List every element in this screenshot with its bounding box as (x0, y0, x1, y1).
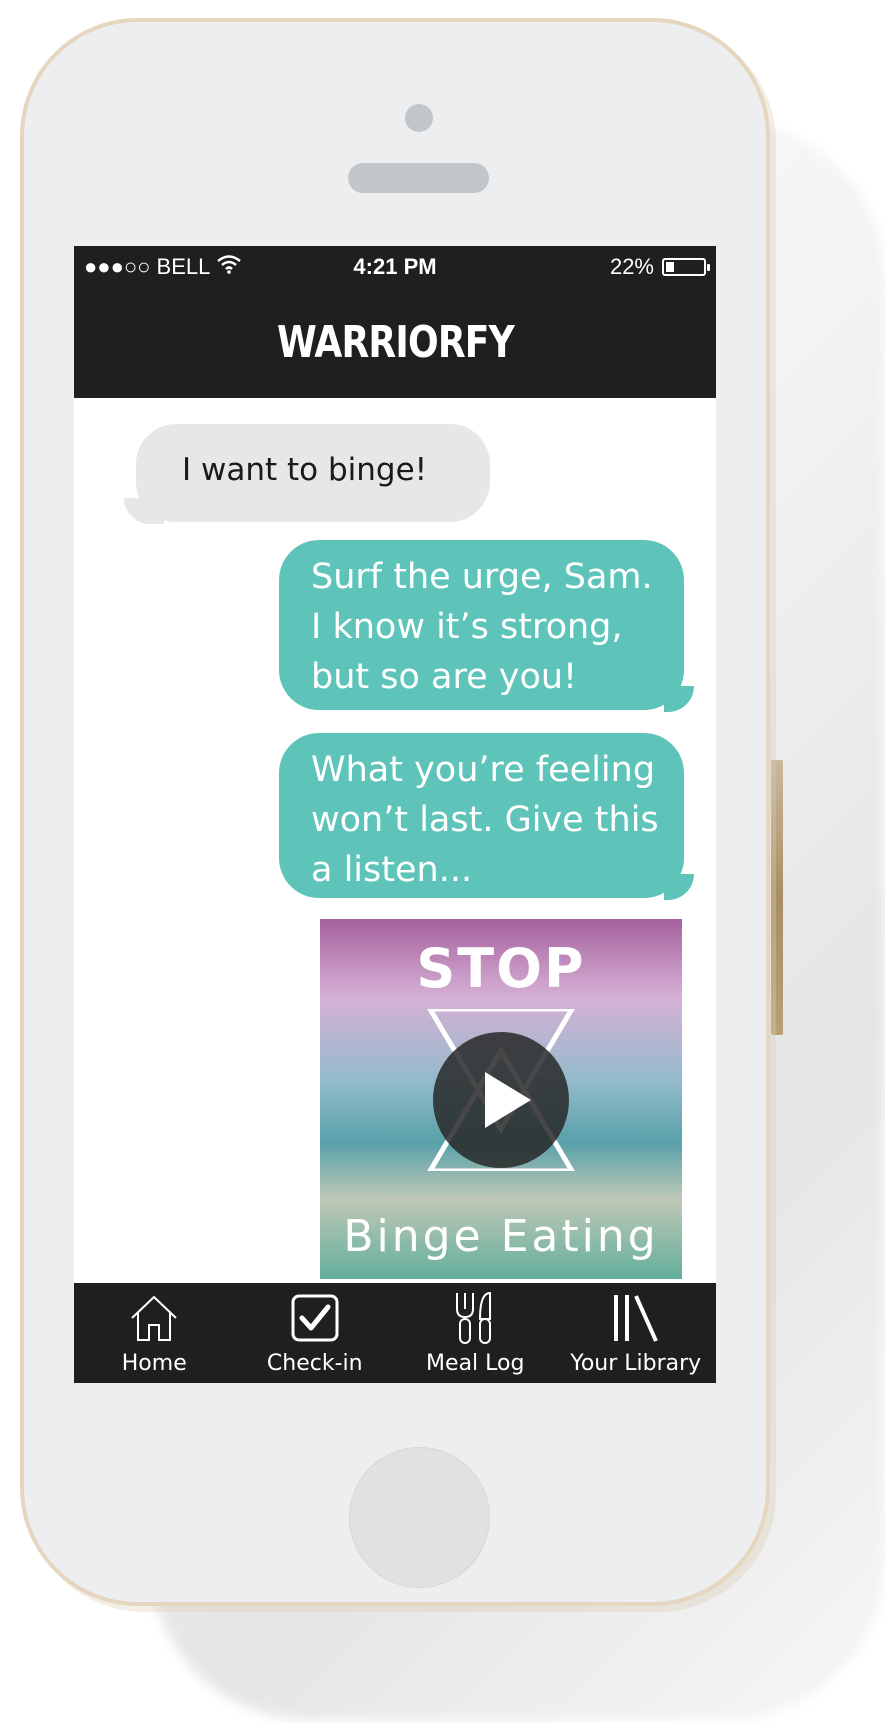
message-line: but so are you! (311, 657, 578, 697)
home-icon (129, 1287, 179, 1349)
incoming-message: I want to binge! (136, 424, 490, 522)
app-title-bar: WARRIORFY (74, 286, 716, 398)
tab-label: Meal Log (426, 1351, 525, 1376)
message-line: won’t last. Give this (311, 800, 659, 840)
earpiece-speaker (348, 163, 489, 193)
play-icon[interactable] (433, 1032, 569, 1168)
front-camera (405, 104, 433, 132)
home-button[interactable] (349, 1447, 490, 1588)
battery-icon (662, 258, 710, 276)
checkbox-icon (290, 1287, 340, 1349)
tab-label: Home (121, 1351, 187, 1376)
media-caption: Binge Eating (343, 1211, 659, 1262)
app-title: WARRIORFY (276, 316, 515, 368)
background-edge (771, 760, 783, 1035)
tab-meal-log[interactable]: Meal Log (395, 1283, 556, 1383)
message-line: What you’re feeling (311, 750, 656, 790)
battery-percent: 22% (609, 254, 654, 279)
bottom-tab-bar: Home Check-in Meal Log Your Library (74, 1283, 716, 1383)
phone-screen: ●●●○○ BELL 4:21 PM 22% WARRIORFY I want … (74, 246, 716, 1383)
message-line: I know it’s strong, (311, 607, 623, 647)
fork-knife-icon (453, 1287, 497, 1349)
message-line: a listen... (311, 850, 473, 890)
outgoing-message: What you’re feeling won’t last. Give thi… (279, 733, 684, 898)
audio-media-card[interactable]: STOP Binge Eating (320, 919, 682, 1279)
tab-your-library[interactable]: Your Library (556, 1283, 717, 1383)
message-line: Surf the urge, Sam. (311, 557, 653, 597)
media-headline: STOP (416, 937, 586, 1000)
tab-check-in[interactable]: Check-in (235, 1283, 396, 1383)
status-bar: ●●●○○ BELL 4:21 PM 22% (74, 246, 716, 286)
tab-home[interactable]: Home (74, 1283, 235, 1383)
message-text: I want to binge! (182, 452, 428, 488)
tab-label: Your Library (570, 1351, 702, 1376)
library-icon (609, 1287, 663, 1349)
tab-label: Check-in (266, 1351, 363, 1376)
outgoing-message: Surf the urge, Sam. I know it’s strong, … (279, 540, 684, 710)
